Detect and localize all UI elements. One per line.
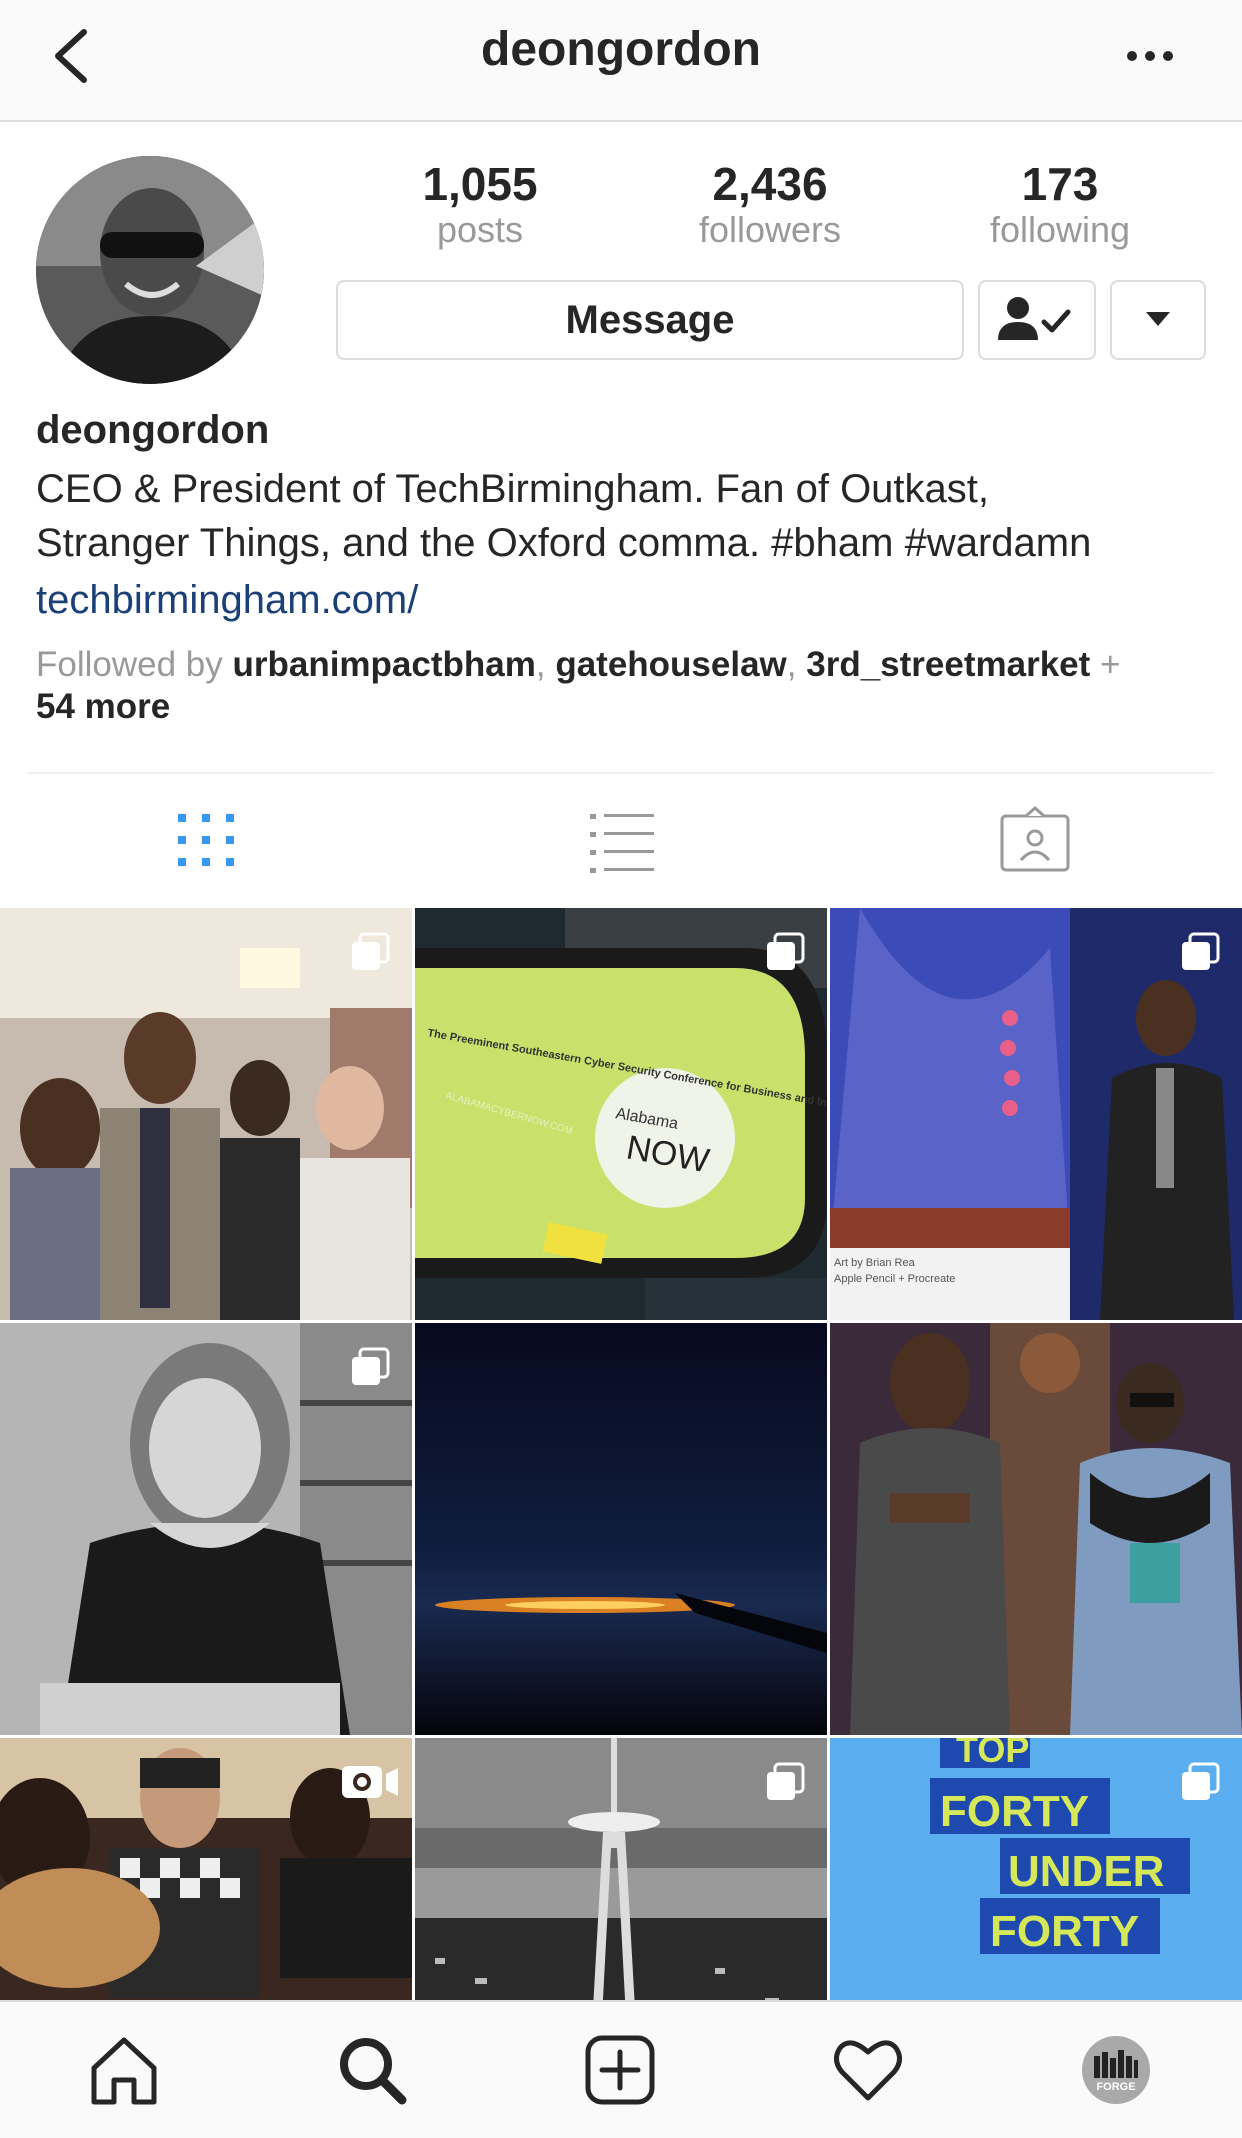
activity-heart-icon[interactable] [828,2030,908,2110]
post-photo-sunset [415,1323,827,1735]
art-credit-text: Art by Brian Rea [834,1257,916,1269]
following-button[interactable] [978,280,1096,360]
search-icon[interactable] [332,2030,412,2110]
card-text: FORTY [940,1787,1089,1836]
followed-by-suffix: + [1090,645,1121,684]
triangle-down-icon [1146,312,1170,326]
card-text: UNDER [1008,1847,1164,1896]
video-camera-icon [342,1766,398,1798]
grid-view-icon[interactable] [166,806,246,876]
message-button[interactable]: Message [336,280,964,360]
suggested-dropdown-button[interactable] [1110,280,1206,360]
add-post-icon[interactable] [580,2030,660,2110]
home-icon[interactable] [84,2030,164,2110]
multiple-photos-icon [352,932,390,970]
post-tile[interactable] [830,1323,1242,1735]
multiple-photos-icon [1182,1762,1220,1800]
stat-value: 1,055 [422,158,538,210]
profile-avatar[interactable] [36,156,264,384]
section-divider [28,772,1214,774]
forge-logo-icon: FORGE [1094,2050,1138,2093]
post-tile[interactable]: TOP FORTY UNDER FORTY [830,1738,1242,2000]
forge-text: FORGE [1096,2081,1135,2093]
multiple-photos-icon [767,1762,805,1800]
followed-by-text[interactable]: Followed by urbanimpactbham, gatehousela… [36,644,1206,728]
art-credit-text: Apple Pencil + Procreate [834,1273,955,1285]
profile-website-link[interactable]: techbirmingham.com/ [36,578,418,623]
page-title: deongordon [481,23,761,76]
follower-username[interactable]: urbanimpactbham [232,645,535,684]
posts-grid: The Preeminent Southeastern Cyber Securi… [0,908,1242,2000]
post-tile[interactable] [0,1738,412,2000]
following-count[interactable]: 173 following [940,158,1180,250]
followers-count[interactable]: 2,436 followers [650,158,890,250]
multiple-photos-icon [1182,932,1220,970]
stat-label: followers [698,209,842,250]
multiple-photos-icon [767,932,805,970]
bio-line: Stranger Things, and the Oxford comma. #… [36,521,1092,565]
followed-by-more[interactable]: 54 more [36,687,170,726]
stat-label: posts [436,209,524,250]
stat-value: 173 [1021,158,1099,210]
post-tile[interactable]: The Preeminent Southeastern Cyber Securi… [415,908,827,1320]
post-tile[interactable] [415,1738,827,2000]
profile-avatar-icon[interactable]: FORGE [1082,2036,1150,2104]
more-options-icon[interactable] [1120,36,1180,76]
following-check-icon [998,297,1071,340]
multiple-photos-icon [352,1347,390,1385]
stat-value: 2,436 [712,158,828,210]
list-view-icon[interactable] [580,806,660,876]
post-tile[interactable] [415,1323,827,1735]
follower-username[interactable]: gatehouselaw [555,645,786,684]
post-tile[interactable]: Art by Brian Rea Apple Pencil + Procreat… [830,908,1242,1320]
followed-by-prefix: Followed by [36,645,233,684]
post-tile[interactable] [0,1323,412,1735]
post-photo-black-panther [830,1323,1242,1735]
profile-bio: CEO & President of TechBirmingham. Fan o… [36,462,1206,570]
stat-label: following [989,209,1131,250]
bio-line: CEO & President of TechBirmingham. Fan o… [36,467,990,511]
card-text: FORTY [990,1907,1139,1956]
card-text: TOP [956,1738,1029,1770]
post-tile[interactable] [0,908,412,1320]
tagged-photos-icon[interactable] [996,806,1076,876]
profile-name: deongordon [36,408,270,452]
follower-username[interactable]: 3rd_streetmarket [806,645,1090,684]
posts-count: 1,055 posts [360,158,600,250]
